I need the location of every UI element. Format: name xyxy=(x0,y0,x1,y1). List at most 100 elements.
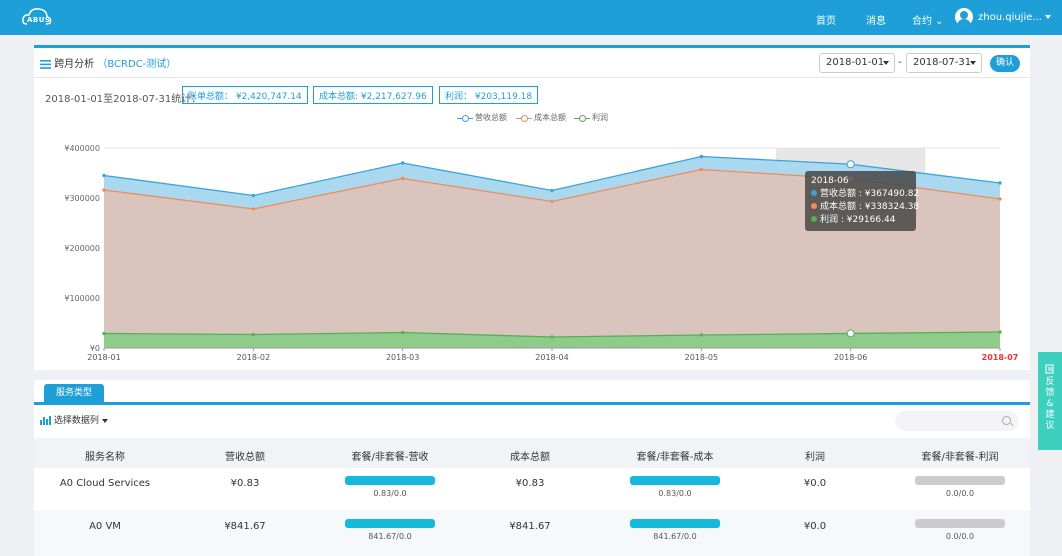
legend-marker-icon xyxy=(574,114,590,122)
cost-total-box: 成本总额: ¥2,217,627.96 xyxy=(313,86,433,104)
tooltip-line-revenue: 营收总额 : ¥367490.82 xyxy=(811,188,919,201)
abus-logo[interactable]: ABUS xyxy=(22,6,52,28)
row2-cost: ¥841.67 xyxy=(509,521,551,532)
column-chooser[interactable]: 选择数据列 xyxy=(40,413,108,426)
profit-total-box: 利润： ¥203,119.18 xyxy=(439,86,539,104)
x-tick-label: 2018-05 xyxy=(685,353,718,362)
data-point xyxy=(251,207,256,211)
y-tick-label: ¥400000 xyxy=(64,144,100,153)
data-point xyxy=(846,329,855,338)
legend-label: 营收总额 xyxy=(475,113,507,122)
nav-home[interactable]: 首页 xyxy=(816,12,836,27)
dot-icon xyxy=(811,190,817,196)
tab-service-type[interactable]: 服务类型 xyxy=(44,384,104,403)
col-cost[interactable]: 成本总额 xyxy=(485,448,575,463)
col-profit-split[interactable]: 套餐/非套餐-利润 xyxy=(890,448,1030,463)
data-point xyxy=(102,188,106,192)
row1-profit-split: 0.0/0.0 xyxy=(945,489,975,498)
row2-service-name: A0 VM xyxy=(89,521,121,532)
y-tick-label: ¥200000 xyxy=(64,244,100,253)
row2-revenue: ¥841.67 xyxy=(224,521,266,532)
data-point xyxy=(251,193,256,198)
tooltip-profit: 利润 : ¥29166.44 xyxy=(820,215,896,225)
legend-profit[interactable]: 利润 xyxy=(574,112,608,123)
feedback-tab[interactable]: 反 馈 & 建 议 xyxy=(1038,352,1062,450)
data-point xyxy=(400,161,405,165)
table-row xyxy=(34,510,1030,556)
chevron-down-icon xyxy=(883,61,889,65)
legend-revenue[interactable]: 营收总额 xyxy=(457,112,507,123)
col-service-name[interactable]: 服务名称 xyxy=(60,448,150,463)
column-chooser-label: 选择数据列 xyxy=(53,416,99,426)
tooltip-title: 2018-06 xyxy=(811,176,849,186)
confirm-button[interactable]: 确认 xyxy=(990,55,1020,72)
nav-messages[interactable]: 消息 xyxy=(866,12,886,27)
data-point xyxy=(998,197,1002,201)
row1-profit: ¥0.0 xyxy=(803,478,827,489)
row1-cost-bar xyxy=(630,476,720,485)
data-point xyxy=(699,333,704,337)
panel-title-text: 跨月分析 xyxy=(54,59,95,70)
y-tick-label: ¥300000 xyxy=(64,194,100,203)
dot-icon xyxy=(811,216,817,222)
legend-cost[interactable]: 成本总额 xyxy=(516,112,566,123)
x-tick-label: 2018-02 xyxy=(237,353,270,362)
row2-cost-split: 841.67/0.0 xyxy=(653,532,697,541)
user-menu[interactable]: zhou.qiujie... xyxy=(978,12,1051,23)
end-date-value: 2018-07-31 xyxy=(913,57,972,68)
row2-revenue-bar xyxy=(345,519,435,528)
edit-icon xyxy=(1045,364,1054,374)
chevron-down-icon xyxy=(101,418,108,423)
feedback-char: 馈 xyxy=(1045,388,1055,398)
chart-tooltip: 2018-06 营收总额 : ¥367490.82 成本总额 : ¥338324… xyxy=(805,171,919,231)
nav-contracts[interactable]: 合约 ⌄ xyxy=(912,12,944,27)
summary-range: 2018-01-01至2018-07-31统计： xyxy=(45,94,202,105)
feedback-char: 议 xyxy=(1045,421,1055,431)
tab-underline xyxy=(34,402,1030,405)
row2-profit-bar xyxy=(915,519,1005,528)
legend-label: 利润 xyxy=(592,113,608,122)
data-point xyxy=(699,167,704,172)
y-tick-label: ¥0 xyxy=(90,344,100,353)
data-point xyxy=(400,176,405,181)
date-separator: - xyxy=(898,57,902,68)
data-point xyxy=(998,330,1002,334)
y-tick-label: ¥100000 xyxy=(64,294,100,303)
legend-marker-icon xyxy=(457,114,473,122)
row2-profit: ¥0.0 xyxy=(803,521,827,532)
start-date-value: 2018-01-01 xyxy=(826,57,885,68)
user-avatar[interactable] xyxy=(955,8,973,26)
row2-revenue-split: 841.67/0.0 xyxy=(368,532,412,541)
logo-text: ABUS xyxy=(27,16,51,24)
tooltip-cost: 成本总额 : ¥338324.38 xyxy=(820,202,920,212)
end-date-select[interactable]: 2018-07-31 xyxy=(906,53,982,73)
user-name: zhou.qiujie... xyxy=(978,12,1042,23)
search-input[interactable] xyxy=(895,411,1019,431)
row1-cost-split: 0.83/0.0 xyxy=(658,489,692,498)
row1-service-name: A0 Cloud Services xyxy=(59,478,151,489)
bar-chart-icon xyxy=(40,416,51,425)
col-profit[interactable]: 利润 xyxy=(770,448,860,463)
col-revenue-split[interactable]: 套餐/非套餐-营收 xyxy=(320,448,460,463)
x-tick-label: 2018-01 xyxy=(87,353,120,362)
col-cost-split[interactable]: 套餐/非套餐-成本 xyxy=(605,448,745,463)
tooltip-revenue: 营收总额 : ¥367490.82 xyxy=(820,189,920,199)
data-point xyxy=(699,154,704,159)
feedback-char: 建 xyxy=(1045,410,1055,420)
tooltip-line-cost: 成本总额 : ¥338324.38 xyxy=(811,201,919,214)
data-point xyxy=(102,331,106,336)
dot-icon xyxy=(811,203,817,209)
area-chart[interactable]: ¥0 ¥100000 ¥200000 ¥300000 ¥400000 2018-01 201… xyxy=(34,130,1030,370)
chevron-down-icon xyxy=(970,61,976,65)
row1-cost: ¥0.83 xyxy=(515,478,545,489)
row1-revenue-bar xyxy=(345,476,435,485)
feedback-char: & xyxy=(1046,399,1054,409)
col-revenue[interactable]: 营收总额 xyxy=(200,448,290,463)
search-icon xyxy=(1002,416,1011,425)
x-tick-label: 2018-03 xyxy=(386,353,419,362)
account-name: （BCRDC-测试） xyxy=(97,59,177,70)
data-point xyxy=(550,188,554,193)
start-date-select[interactable]: 2018-01-01 xyxy=(819,53,895,73)
top-navbar xyxy=(0,0,1062,35)
legend-label: 成本总额 xyxy=(534,113,566,122)
